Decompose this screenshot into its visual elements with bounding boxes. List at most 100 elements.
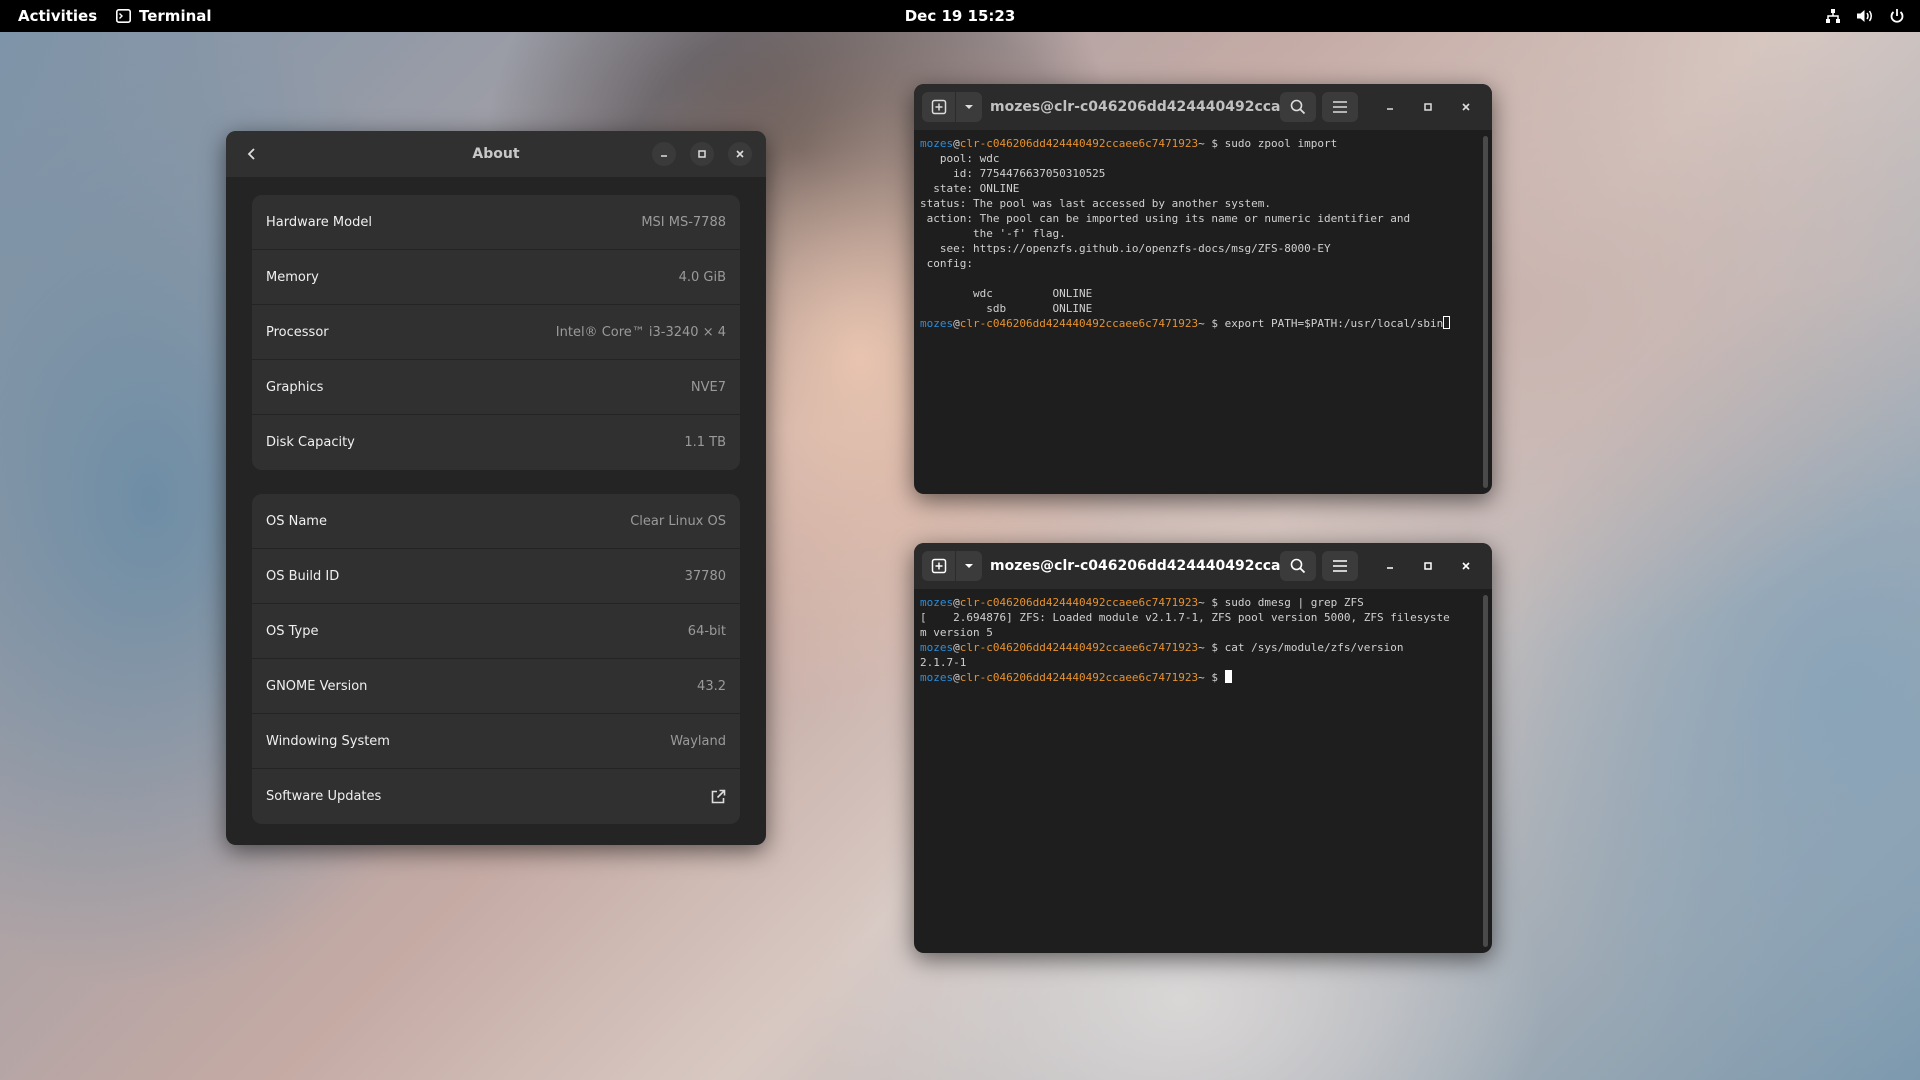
terminal-output[interactable]: mozes @clr-c046206dd424440492ccaee6c74719…: [920, 136, 1478, 490]
minimize-button[interactable]: [652, 142, 676, 166]
command-text: sudo zpool import: [1224, 137, 1338, 150]
prompt-at: @: [953, 671, 960, 684]
row-value: NVE7: [690, 379, 726, 395]
top-bar: Activities Terminal Dec 19 15:23: [0, 0, 1920, 32]
output-line: m version 5: [920, 626, 993, 639]
software-updates-row[interactable]: Software Updates: [252, 769, 740, 824]
row-value: Intel® Core™ i3-3240 × 4: [555, 324, 726, 340]
info-row-os-type: OS Type 64-bit: [252, 604, 740, 659]
new-tab-plus[interactable]: [922, 551, 957, 581]
info-row-os-build-id: OS Build ID 37780: [252, 549, 740, 604]
prompt-user: mozes: [920, 317, 954, 330]
terminal-header-bar: mozes@clr-c046206dd424440492ccae...: [914, 543, 1492, 589]
minimize-icon: [1387, 108, 1393, 110]
scrollbar[interactable]: [1483, 136, 1488, 488]
minimize-icon: [661, 155, 667, 157]
external-link-icon: [711, 789, 726, 803]
output-line: wdc ONLINE: [920, 287, 1093, 300]
prompt-at: @: [953, 137, 960, 150]
info-row-graphics: Graphics NVE7: [252, 360, 740, 415]
chevron-down-icon: [965, 564, 974, 568]
row-label: Graphics: [266, 379, 324, 395]
menu-button[interactable]: [1322, 551, 1358, 581]
prompt-host: clr-c046206dd424440492ccaee6c7471923: [959, 671, 1199, 684]
info-row-gnome-version: GNOME Version 43.2: [252, 659, 740, 714]
volume-icon[interactable]: [1856, 7, 1874, 25]
app-menu-button[interactable]: Terminal: [116, 0, 212, 32]
network-icon[interactable]: [1824, 7, 1842, 25]
row-label: OS Name: [266, 513, 327, 529]
search-button[interactable]: [1280, 92, 1316, 122]
clock[interactable]: Dec 19 15:23: [905, 7, 1016, 25]
prompt-user: mozes: [920, 641, 954, 654]
new-tab-plus[interactable]: [922, 92, 957, 122]
new-tab-icon: [931, 558, 946, 574]
new-tab-icon: [931, 99, 946, 115]
output-line: id: 7754476637050310525: [920, 167, 1106, 180]
maximize-icon: [698, 150, 706, 158]
maximize-button[interactable]: [690, 142, 714, 166]
search-button[interactable]: [1280, 551, 1316, 581]
scrollbar[interactable]: [1483, 595, 1488, 947]
new-tab-button[interactable]: [922, 92, 982, 122]
info-row-hardware-model: Hardware Model MSI MS-7788: [252, 195, 740, 250]
close-icon: [1462, 562, 1470, 570]
prompt-suffix: ~ $: [1198, 137, 1225, 150]
activities-button[interactable]: Activities: [18, 0, 97, 32]
prompt-line: mozes@clr-c046206dd424440492ccaee6c74719…: [920, 595, 1478, 610]
prompt-line: mozes@clr-c046206dd424440492ccaee6c74719…: [920, 316, 1478, 331]
back-button[interactable]: [240, 142, 264, 166]
info-row-os-name: OS Name Clear Linux OS: [252, 494, 740, 549]
row-value: 64-bit: [687, 623, 726, 639]
prompt-line: mozes@clr-c046206dd424440492ccaee6c74719…: [920, 136, 1478, 151]
close-button[interactable]: [728, 142, 752, 166]
search-icon: [1290, 99, 1306, 115]
terminal-window-controls: [1378, 95, 1478, 119]
minimize-icon: [1387, 567, 1393, 569]
maximize-icon: [1424, 103, 1432, 111]
hamburger-menu-icon: [1333, 101, 1347, 113]
terminal-app-icon: [116, 9, 131, 23]
app-name: Terminal: [139, 7, 212, 25]
new-tab-button[interactable]: [922, 551, 982, 581]
prompt-suffix: ~ $: [1198, 641, 1225, 654]
prompt-at: @: [953, 596, 960, 609]
prompt-user: mozes: [920, 671, 954, 684]
close-icon: [1462, 103, 1470, 111]
output-line: sdb ONLINE: [920, 302, 1093, 315]
terminal-title: mozes@clr-c046206dd424440492ccae...: [990, 558, 1290, 574]
software-info-group: OS Name Clear Linux OS OS Build ID 37780 O…: [252, 494, 740, 824]
row-value: 37780: [684, 568, 726, 584]
about-content: Hardware Model MSI MS-7788 Memory 4.0 GiB …: [252, 195, 740, 845]
row-label: OS Type: [266, 623, 319, 639]
info-row-disk-capacity: Disk Capacity 1.1 TB: [252, 415, 740, 470]
close-button[interactable]: [1454, 95, 1478, 119]
terminal-header-bar: mozes@clr-c046206dd424440492ccae...: [914, 84, 1492, 130]
chevron-left-icon: [247, 148, 255, 160]
row-label: Processor: [266, 324, 329, 340]
info-row-processor: Processor Intel® Core™ i3-3240 × 4: [252, 305, 740, 360]
output-line: action: The pool can be imported using i…: [920, 212, 1411, 225]
new-tab-dropdown[interactable]: [956, 551, 982, 581]
output-line: config:: [920, 257, 973, 270]
command-text: sudo dmesg | grep ZFS: [1224, 596, 1364, 609]
about-window-controls: [652, 142, 752, 166]
maximize-button[interactable]: [1416, 554, 1440, 578]
minimize-button[interactable]: [1378, 554, 1402, 578]
prompt-host: clr-c046206dd424440492ccaee6c7471923: [959, 137, 1199, 150]
terminal-output[interactable]: mozes@clr-c046206dd424440492ccaee6c74719…: [920, 595, 1478, 949]
prompt-user: mozes: [920, 596, 954, 609]
maximize-button[interactable]: [1416, 95, 1440, 119]
prompt-host: clr-c046206dd424440492ccaee6c7471923: [959, 596, 1199, 609]
close-button[interactable]: [1454, 554, 1478, 578]
prompt-suffix: ~ $: [1198, 317, 1225, 330]
search-icon: [1290, 558, 1306, 574]
power-icon[interactable]: [1888, 7, 1906, 25]
command-text: cat /sys/module/zfs/version: [1224, 641, 1404, 654]
new-tab-dropdown[interactable]: [956, 92, 982, 122]
minimize-button[interactable]: [1378, 95, 1402, 119]
system-tray[interactable]: [1824, 0, 1906, 32]
menu-button[interactable]: [1322, 92, 1358, 122]
row-value: 43.2: [697, 678, 726, 694]
info-row-memory: Memory 4.0 GiB: [252, 250, 740, 305]
